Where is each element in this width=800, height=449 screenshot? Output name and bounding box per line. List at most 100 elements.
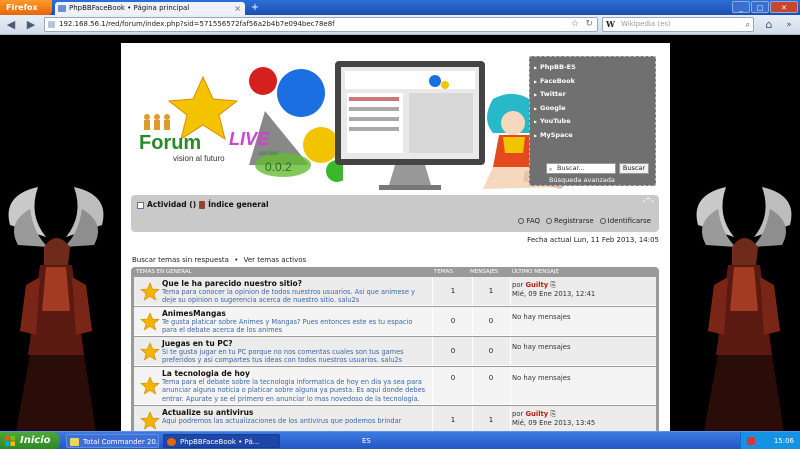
forum-row[interactable]: Actualize su antivirus Aqui podremos las…: [134, 406, 656, 431]
column-divider: [510, 367, 511, 404]
forum-search: ⌕ Buscar... Buscar Búsqueda avanzada: [546, 163, 658, 185]
forum-row[interactable]: Juegas en tu PC? Si te gusta jugar en tu…: [134, 337, 656, 366]
firefox-menu-button[interactable]: Firefox: [0, 0, 52, 15]
header-posts: MENSAJES: [470, 269, 499, 275]
faq-label: FAQ: [526, 217, 541, 225]
new-tab-button[interactable]: +: [248, 2, 262, 14]
topics-count: 1: [450, 416, 456, 424]
forum-row[interactable]: AnimesMangas Te gusta platicar sobre Ani…: [134, 307, 656, 336]
site-identity-icon: [48, 21, 55, 28]
home-icon[interactable]: ⌂: [762, 18, 776, 32]
last-post-author[interactable]: Guilty: [525, 410, 548, 418]
activity-link[interactable]: Actividad (): [147, 199, 196, 211]
clock[interactable]: 15:06: [774, 437, 794, 445]
register-link[interactable]: Registrarse: [546, 217, 594, 225]
login-icon: [599, 218, 606, 224]
windows-taskbar: Inicio Total Commander 20.... PhpBBFaceB…: [0, 431, 800, 449]
quick-links: Buscar temas sin respuesta • Ver temas a…: [132, 256, 306, 264]
task2-label: PhpBBFaceBook • Pá...: [180, 438, 260, 446]
column-divider: [510, 307, 511, 335]
forum-live-logo[interactable]: Forum LIVE vision al futuro version 0.0.…: [133, 53, 343, 183]
index-link[interactable]: Índice general: [208, 199, 268, 211]
no-posts: No hay mensajes: [512, 374, 571, 382]
search-magnifier-icon[interactable]: ⌕: [746, 18, 750, 31]
taskbar-item-firefox[interactable]: PhpBBFaceBook • Pá...: [163, 434, 280, 448]
logo-word-forum: Forum: [139, 132, 201, 154]
topics-count: 0: [450, 317, 456, 325]
posts-count: 0: [488, 374, 494, 382]
forum-title[interactable]: AnimesMangas: [162, 309, 226, 318]
login-label: Identificarse: [607, 217, 651, 225]
topics-count: 1: [450, 287, 456, 295]
wikipedia-icon: W: [606, 19, 615, 29]
link-phpbb-es[interactable]: PhpBB-ES: [534, 61, 651, 75]
forum-description: Te gusta platicar sobre Animes y Mangas?…: [162, 318, 413, 335]
forward-icon[interactable]: ▶: [24, 18, 38, 32]
forum-title[interactable]: Actualize su antivirus: [162, 408, 253, 417]
address-bar[interactable]: 192.168.56.1/red/forum/index.php?sid=571…: [44, 17, 598, 32]
forum-title[interactable]: Que le ha parecido nuestro sitio?: [162, 279, 302, 288]
forum-row[interactable]: Que le ha parecido nuestro sitio? Tema p…: [134, 277, 656, 306]
last-post-date: Mié, 09 Ene 2013, 13:45: [512, 419, 596, 427]
toolbar-overflow-icon[interactable]: »: [782, 18, 796, 32]
start-button[interactable]: Inicio: [0, 432, 60, 449]
tray-app-icon[interactable]: [747, 437, 755, 445]
forum-title[interactable]: Juegas en tu PC?: [162, 339, 233, 348]
close-window-button[interactable]: ✕: [770, 1, 798, 13]
activity-icon: [137, 201, 144, 209]
maximize-button[interactable]: □: [751, 1, 769, 13]
view-post-icon[interactable]: ⎘: [550, 410, 555, 418]
tab-title: PhpBBFaceBook • Página principal: [69, 4, 190, 12]
forum-navbar: Actividad () Índice general -^- FAQ Regi…: [131, 195, 659, 232]
bookmark-star-icon[interactable]: ☆: [571, 18, 579, 31]
browser-navbar: ◀ ▶ 192.168.56.1/red/forum/index.php?sid…: [0, 15, 800, 35]
login-link[interactable]: Identificarse: [599, 217, 651, 225]
link-twitter[interactable]: Twitter: [534, 88, 651, 102]
quick-links-separator: •: [234, 256, 239, 264]
angel-decoration-left: [8, 187, 104, 431]
forum-star-icon: [140, 312, 160, 331]
browser-search-placeholder: Wikipedia (es): [621, 20, 671, 28]
forum-search-placeholder: Buscar...: [557, 164, 585, 172]
link-google[interactable]: Google: [534, 102, 651, 116]
version-label: version: [259, 151, 278, 157]
forum-star-icon: [140, 411, 160, 430]
angel-decoration-right: [696, 187, 792, 431]
active-topics-link[interactable]: Ver temas activos: [244, 256, 307, 264]
forum-description: Si te gusta jugar en tu PC porque no nos…: [162, 348, 404, 365]
browser-search-box[interactable]: W Wikipedia (es) ⌕: [602, 17, 754, 32]
taskbar-item-total-commander[interactable]: Total Commander 20....: [66, 434, 159, 448]
forum-search-button[interactable]: Buscar: [619, 163, 649, 174]
search-icon: ⌕: [549, 166, 553, 173]
posts-count: 0: [488, 317, 494, 325]
last-post-author[interactable]: Guilty: [525, 281, 548, 289]
link-facebook[interactable]: FaceBook: [534, 75, 651, 89]
unanswered-topics-link[interactable]: Buscar temas sin respuesta: [132, 256, 229, 264]
link-myspace[interactable]: MySpace: [534, 129, 651, 143]
no-posts: No hay mensajes: [512, 343, 571, 351]
link-youtube[interactable]: YouTube: [534, 115, 651, 129]
back-icon[interactable]: ◀: [4, 18, 18, 32]
browser-tab[interactable]: PhpBBFaceBook • Página principal ×: [55, 2, 245, 15]
advanced-search-link[interactable]: Búsqueda avanzada: [546, 176, 618, 184]
favicon-icon: [58, 5, 66, 12]
faq-link[interactable]: FAQ: [518, 217, 540, 225]
tab-close-icon[interactable]: ×: [234, 2, 241, 15]
column-divider: [472, 367, 473, 404]
view-post-icon[interactable]: ⎘: [550, 281, 555, 289]
firefox-icon: [167, 438, 176, 446]
minimize-button[interactable]: _: [732, 1, 750, 13]
collapse-toggle[interactable]: -^-: [642, 197, 654, 205]
reload-icon[interactable]: ↻: [585, 18, 593, 31]
forum-search-input[interactable]: ⌕ Buscar...: [546, 163, 616, 174]
forum-title[interactable]: La tecnologia de hoy: [162, 369, 250, 378]
column-divider: [510, 406, 511, 431]
windows-logo-icon: [5, 436, 15, 446]
forum-row[interactable]: La tecnologia de hoy Tema para el debate…: [134, 367, 656, 405]
header-last-post: ÚLTIMO MENSAJE: [512, 269, 559, 275]
last-post-by: por: [512, 410, 524, 418]
faq-icon: [518, 218, 525, 224]
total-commander-icon: [70, 438, 79, 446]
no-posts: No hay mensajes: [512, 313, 571, 321]
language-indicator[interactable]: ES: [362, 434, 371, 448]
